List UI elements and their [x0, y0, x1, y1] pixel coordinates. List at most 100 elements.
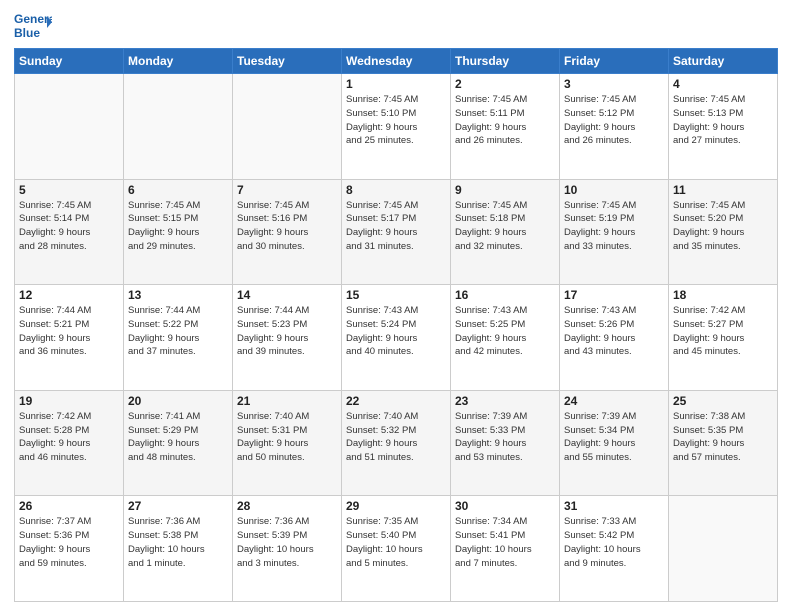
logo-svg: General Blue	[14, 10, 52, 42]
day-number: 6	[128, 183, 228, 197]
day-info: Sunrise: 7:45 AMSunset: 5:20 PMDaylight:…	[673, 199, 773, 254]
day-info: Sunrise: 7:45 AMSunset: 5:14 PMDaylight:…	[19, 199, 119, 254]
weekday-header-friday: Friday	[560, 49, 669, 74]
weekday-header-sunday: Sunday	[15, 49, 124, 74]
day-number: 26	[19, 499, 119, 513]
day-number: 19	[19, 394, 119, 408]
day-number: 7	[237, 183, 337, 197]
day-info: Sunrise: 7:38 AMSunset: 5:35 PMDaylight:…	[673, 410, 773, 465]
weekday-header-tuesday: Tuesday	[233, 49, 342, 74]
calendar-cell: 4 Sunrise: 7:45 AMSunset: 5:13 PMDaylight…	[669, 74, 778, 180]
day-number: 31	[564, 499, 664, 513]
svg-text:Blue: Blue	[14, 26, 40, 40]
calendar-cell: 24 Sunrise: 7:39 AMSunset: 5:34 PMDayligh…	[560, 390, 669, 496]
week-row-0: 1 Sunrise: 7:45 AMSunset: 5:10 PMDaylight…	[15, 74, 778, 180]
week-row-1: 5 Sunrise: 7:45 AMSunset: 5:14 PMDaylight…	[15, 179, 778, 285]
day-number: 21	[237, 394, 337, 408]
day-number: 18	[673, 288, 773, 302]
day-info: Sunrise: 7:45 AMSunset: 5:13 PMDaylight:…	[673, 93, 773, 148]
week-row-2: 12Sunrise: 7:44 AMSunset: 5:21 PMDayligh…	[15, 285, 778, 391]
day-number: 12	[19, 288, 119, 302]
day-info: Sunrise: 7:36 AMSunset: 5:38 PMDaylight:…	[128, 515, 228, 570]
day-number: 2	[455, 77, 555, 91]
day-number: 3	[564, 77, 664, 91]
calendar-cell	[15, 74, 124, 180]
calendar-cell: 17 Sunrise: 7:43 AMSunset: 5:26 PMDayligh…	[560, 285, 669, 391]
day-number: 5	[19, 183, 119, 197]
calendar-cell: 3Sunrise: 7:45 AMSunset: 5:12 PMDaylight…	[560, 74, 669, 180]
calendar-cell: 12Sunrise: 7:44 AMSunset: 5:21 PMDayligh…	[15, 285, 124, 391]
calendar-table: SundayMondayTuesdayWednesdayThursdayFrid…	[14, 48, 778, 602]
calendar-cell: 28 Sunrise: 7:36 AMSunset: 5:39 PMDayligh…	[233, 496, 342, 602]
calendar-cell: 11 Sunrise: 7:45 AMSunset: 5:20 PMDayligh…	[669, 179, 778, 285]
day-number: 30	[455, 499, 555, 513]
day-number: 13	[128, 288, 228, 302]
day-info: Sunrise: 7:35 AMSunset: 5:40 PMDaylight:…	[346, 515, 446, 570]
day-number: 9	[455, 183, 555, 197]
day-number: 27	[128, 499, 228, 513]
day-info: Sunrise: 7:45 AMSunset: 5:18 PMDaylight:…	[455, 199, 555, 254]
day-info: Sunrise: 7:36 AMSunset: 5:39 PMDaylight:…	[237, 515, 337, 570]
logo: General Blue	[14, 10, 52, 42]
day-info: Sunrise: 7:44 AMSunset: 5:23 PMDaylight:…	[237, 304, 337, 359]
calendar-cell: 30 Sunrise: 7:34 AMSunset: 5:41 PMDayligh…	[451, 496, 560, 602]
day-info: Sunrise: 7:45 AMSunset: 5:19 PMDaylight:…	[564, 199, 664, 254]
day-number: 17	[564, 288, 664, 302]
day-info: Sunrise: 7:37 AMSunset: 5:36 PMDaylight:…	[19, 515, 119, 570]
calendar-cell: 27 Sunrise: 7:36 AMSunset: 5:38 PMDayligh…	[124, 496, 233, 602]
day-number: 1	[346, 77, 446, 91]
day-number: 22	[346, 394, 446, 408]
day-number: 16	[455, 288, 555, 302]
week-row-3: 19 Sunrise: 7:42 AMSunset: 5:28 PMDayligh…	[15, 390, 778, 496]
day-number: 24	[564, 394, 664, 408]
day-info: Sunrise: 7:40 AMSunset: 5:31 PMDaylight:…	[237, 410, 337, 465]
day-number: 20	[128, 394, 228, 408]
weekday-header-wednesday: Wednesday	[342, 49, 451, 74]
day-number: 15	[346, 288, 446, 302]
calendar-cell: 18Sunrise: 7:42 AMSunset: 5:27 PMDayligh…	[669, 285, 778, 391]
day-info: Sunrise: 7:40 AMSunset: 5:32 PMDaylight:…	[346, 410, 446, 465]
day-info: Sunrise: 7:45 AMSunset: 5:11 PMDaylight:…	[455, 93, 555, 148]
weekday-header-row: SundayMondayTuesdayWednesdayThursdayFrid…	[15, 49, 778, 74]
weekday-header-thursday: Thursday	[451, 49, 560, 74]
day-info: Sunrise: 7:45 AMSunset: 5:10 PMDaylight:…	[346, 93, 446, 148]
day-number: 28	[237, 499, 337, 513]
day-number: 23	[455, 394, 555, 408]
svg-text:General: General	[14, 12, 52, 26]
calendar-cell: 20Sunrise: 7:41 AMSunset: 5:29 PMDayligh…	[124, 390, 233, 496]
header: General Blue	[14, 10, 778, 42]
day-info: Sunrise: 7:45 AMSunset: 5:16 PMDaylight:…	[237, 199, 337, 254]
calendar-cell	[669, 496, 778, 602]
weekday-header-monday: Monday	[124, 49, 233, 74]
calendar-cell	[233, 74, 342, 180]
calendar-cell: 13Sunrise: 7:44 AMSunset: 5:22 PMDayligh…	[124, 285, 233, 391]
calendar-cell: 23Sunrise: 7:39 AMSunset: 5:33 PMDayligh…	[451, 390, 560, 496]
day-number: 4	[673, 77, 773, 91]
day-number: 11	[673, 183, 773, 197]
day-info: Sunrise: 7:43 AMSunset: 5:24 PMDaylight:…	[346, 304, 446, 359]
calendar-cell: 25 Sunrise: 7:38 AMSunset: 5:35 PMDayligh…	[669, 390, 778, 496]
calendar-cell: 29 Sunrise: 7:35 AMSunset: 5:40 PMDayligh…	[342, 496, 451, 602]
calendar-cell: 31 Sunrise: 7:33 AMSunset: 5:42 PMDayligh…	[560, 496, 669, 602]
calendar-cell: 21 Sunrise: 7:40 AMSunset: 5:31 PMDayligh…	[233, 390, 342, 496]
day-info: Sunrise: 7:43 AMSunset: 5:25 PMDaylight:…	[455, 304, 555, 359]
day-info: Sunrise: 7:39 AMSunset: 5:34 PMDaylight:…	[564, 410, 664, 465]
day-number: 29	[346, 499, 446, 513]
calendar-cell	[124, 74, 233, 180]
day-info: Sunrise: 7:43 AMSunset: 5:26 PMDaylight:…	[564, 304, 664, 359]
calendar-cell: 5 Sunrise: 7:45 AMSunset: 5:14 PMDaylight…	[15, 179, 124, 285]
day-info: Sunrise: 7:45 AMSunset: 5:17 PMDaylight:…	[346, 199, 446, 254]
day-number: 25	[673, 394, 773, 408]
calendar-cell: 1 Sunrise: 7:45 AMSunset: 5:10 PMDaylight…	[342, 74, 451, 180]
day-info: Sunrise: 7:42 AMSunset: 5:28 PMDaylight:…	[19, 410, 119, 465]
calendar-cell: 16 Sunrise: 7:43 AMSunset: 5:25 PMDayligh…	[451, 285, 560, 391]
page: General Blue SundayMondayTuesdayWednesda…	[0, 0, 792, 612]
day-info: Sunrise: 7:33 AMSunset: 5:42 PMDaylight:…	[564, 515, 664, 570]
calendar-cell: 10Sunrise: 7:45 AMSunset: 5:19 PMDayligh…	[560, 179, 669, 285]
calendar-cell: 19 Sunrise: 7:42 AMSunset: 5:28 PMDayligh…	[15, 390, 124, 496]
calendar-cell: 8 Sunrise: 7:45 AMSunset: 5:17 PMDaylight…	[342, 179, 451, 285]
day-info: Sunrise: 7:34 AMSunset: 5:41 PMDaylight:…	[455, 515, 555, 570]
calendar-cell: 26 Sunrise: 7:37 AMSunset: 5:36 PMDayligh…	[15, 496, 124, 602]
calendar-cell: 22 Sunrise: 7:40 AMSunset: 5:32 PMDayligh…	[342, 390, 451, 496]
day-number: 8	[346, 183, 446, 197]
